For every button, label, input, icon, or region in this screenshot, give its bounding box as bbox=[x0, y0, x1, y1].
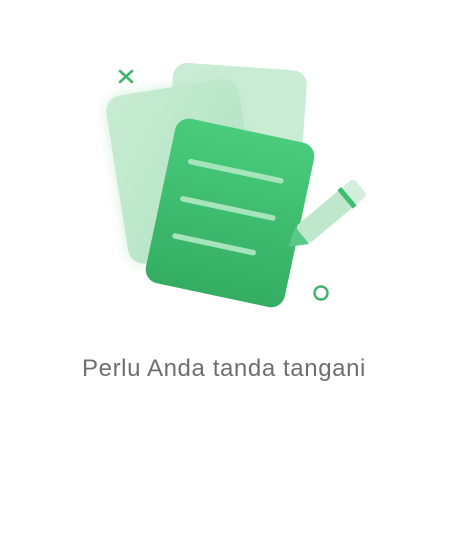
empty-state-screen: Perlu Anda tanda tangani bbox=[0, 0, 460, 560]
empty-state-message: Perlu Anda tanda tangani bbox=[82, 355, 366, 382]
sparkle-cross-icon bbox=[118, 69, 134, 84]
sparkle-circle-icon bbox=[313, 285, 329, 301]
document-sign-icon bbox=[106, 62, 366, 308]
